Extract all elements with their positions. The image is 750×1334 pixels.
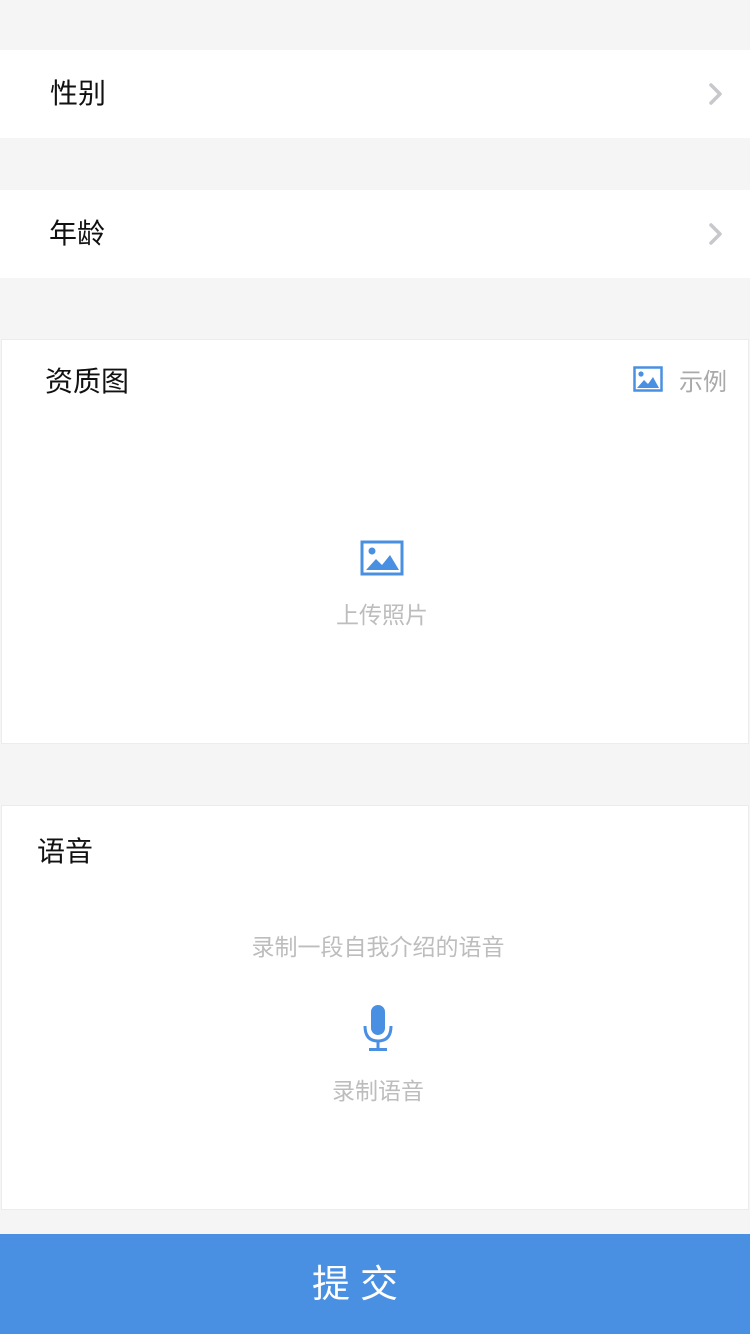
gender-row[interactable]: 性别 xyxy=(0,50,750,138)
voice-title: 语音 xyxy=(37,835,94,868)
image-icon xyxy=(633,366,663,392)
age-row[interactable]: 年龄 xyxy=(0,190,750,278)
age-label: 年龄 xyxy=(49,217,106,250)
upload-photo-label: 上传照片 xyxy=(336,603,428,629)
microphone-icon xyxy=(363,1005,393,1051)
submit-button[interactable]: 提交 xyxy=(0,1234,750,1334)
chevron-right-icon xyxy=(709,83,722,105)
qualification-photo-title: 资质图 xyxy=(45,365,130,398)
image-icon xyxy=(360,540,404,576)
qualification-photo-panel: 资质图 示例 上传照片 xyxy=(1,339,749,744)
gender-label: 性别 xyxy=(50,77,107,110)
voice-panel: 语音 录制一段自我介绍的语音 录制语音 xyxy=(1,805,749,1210)
record-voice-label: 录制语音 xyxy=(332,1079,424,1105)
upload-photo-button[interactable]: 上传照片 xyxy=(2,540,750,630)
page: 性别 年龄 资质图 示例 上传照片 语音 录制一段自我介绍的语音 录制语音 提交 xyxy=(0,0,750,1334)
voice-hint: 录制一段自我介绍的语音 xyxy=(251,935,505,961)
example-link[interactable]: 示例 xyxy=(633,362,727,396)
example-label: 示例 xyxy=(679,367,727,396)
record-voice-button[interactable]: 录制语音 xyxy=(2,1004,750,1106)
chevron-right-icon xyxy=(709,223,722,245)
